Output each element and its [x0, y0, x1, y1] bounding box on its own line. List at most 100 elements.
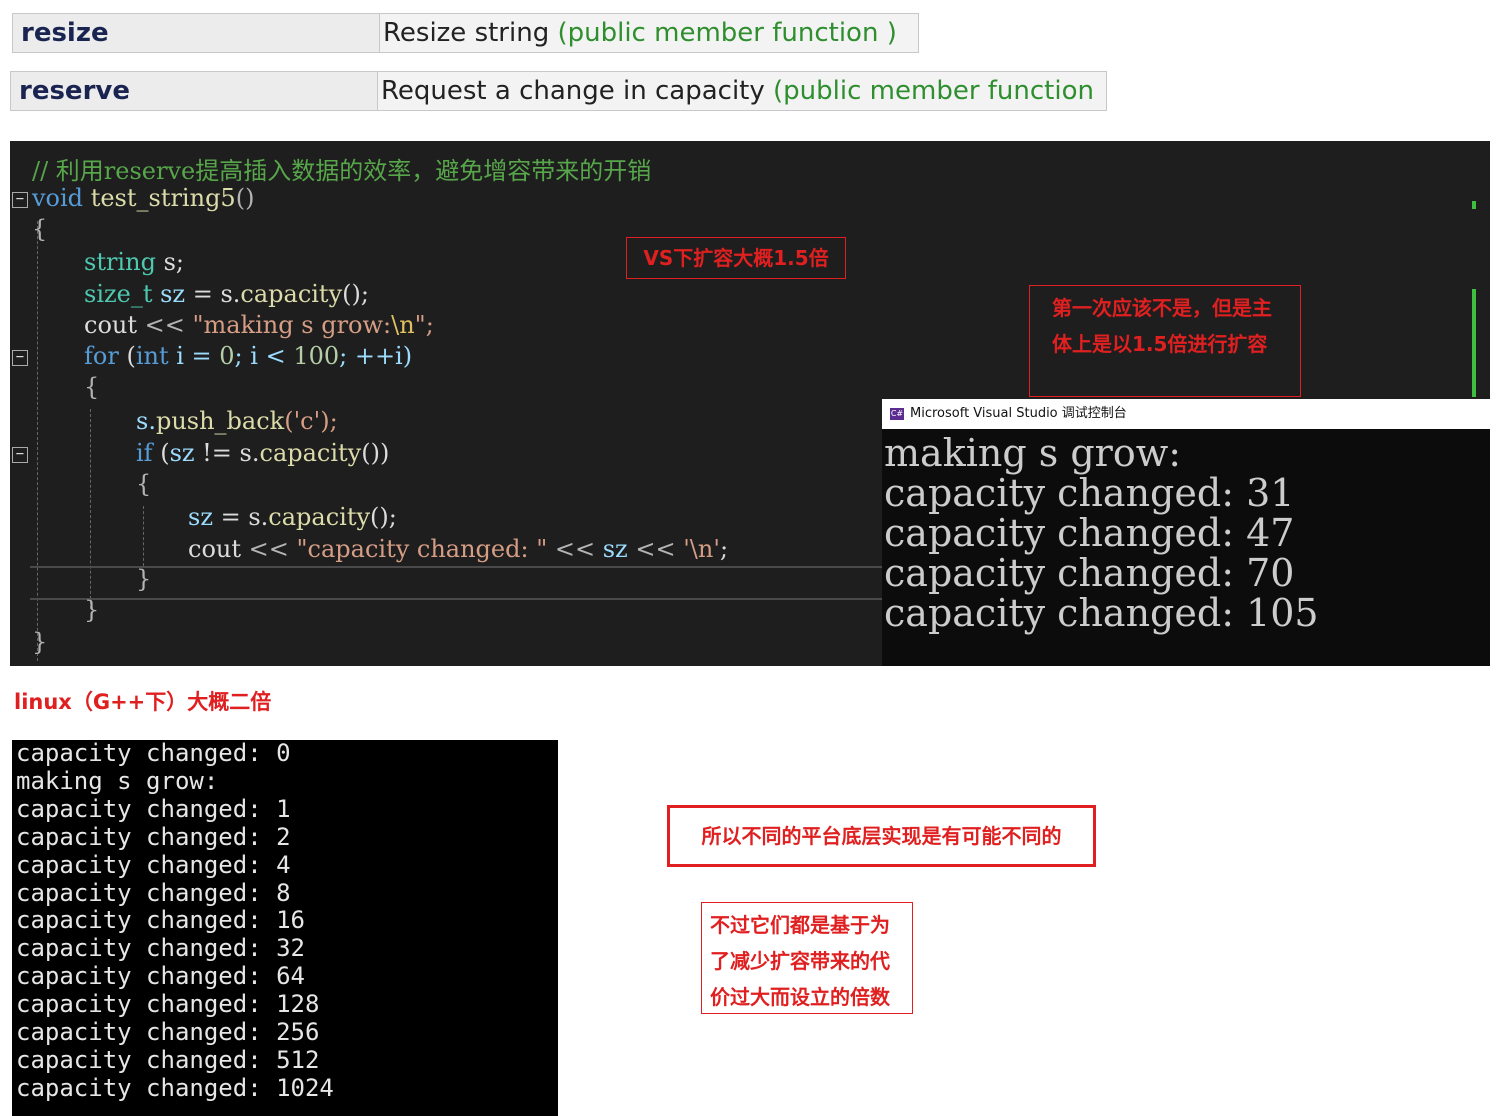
- ref-name-resize[interactable]: resize: [13, 14, 380, 52]
- vs-console-title: Microsoft Visual Studio 调试控制台: [910, 406, 1127, 421]
- vs-debug-console[interactable]: C# Microsoft Visual Studio 调试控制台 making s…: [882, 399, 1490, 666]
- code-comment: // 利用reserve提高插入数据的效率，避免增容带来的开销: [32, 157, 652, 185]
- fold-toggle-if[interactable]: −: [12, 447, 28, 463]
- linux-line: capacity changed: 64: [16, 962, 305, 991]
- op: <<: [627, 535, 684, 563]
- current-line-highlight: [30, 566, 900, 600]
- cout: cout: [84, 311, 137, 339]
- code-for: for (int i = 0; i < 100; ++i): [84, 342, 412, 370]
- vs-console-line: capacity changed: 105: [884, 591, 1319, 635]
- linux-line: capacity changed: 0: [16, 740, 291, 767]
- vs-logo-icon: C#: [890, 407, 904, 420]
- decl-rest: = s.: [185, 280, 241, 308]
- code-if: if (sz != s.capacity()): [136, 439, 389, 467]
- annotation-first: 第一次应该不是，但是主体上是以1.5倍进行扩容: [1029, 285, 1301, 397]
- fold-toggle-function[interactable]: −: [12, 192, 28, 208]
- vs-console-line: capacity changed: 70: [884, 551, 1295, 595]
- vs-console-line: capacity changed: 31: [884, 471, 1295, 515]
- paren: (: [152, 439, 170, 467]
- call-capacity: capacity: [268, 503, 371, 531]
- code-open-brace: {: [32, 215, 48, 243]
- linux-line: capacity changed: 8: [16, 878, 291, 907]
- fold-toggle-for[interactable]: −: [12, 350, 28, 366]
- ref-row-reserve: reserve Request a change in capacity (pu…: [10, 71, 1107, 111]
- call-push-back: push_back: [155, 407, 285, 435]
- code-cout-1: cout << "making s grow:\n";: [84, 311, 434, 339]
- code-inner-open: {: [84, 373, 100, 401]
- str: "making s grow:: [192, 311, 392, 339]
- esc: \n: [391, 311, 415, 339]
- code-inner-close: }: [84, 596, 100, 624]
- var-sz: sz: [152, 280, 186, 308]
- if-end: ()): [361, 439, 390, 467]
- code-if-open: {: [136, 470, 152, 498]
- call-capacity: capacity: [259, 439, 362, 467]
- annotation-vs-text: VS下扩容大概1.5倍: [643, 246, 829, 270]
- scroll-marker: [1472, 289, 1476, 397]
- num-100: 100: [293, 342, 340, 370]
- assign-end: ();: [370, 503, 397, 531]
- annotation-platform-text: 所以不同的平台底层实现是有可能不同的: [701, 824, 1062, 848]
- num-0: 0: [219, 342, 235, 370]
- decl-rest: s;: [155, 248, 184, 276]
- annotation-reason-text: 不过它们都是基于为了减少扩容带来的代价过大而设立的倍数: [710, 913, 890, 1009]
- args: ('c');: [284, 407, 338, 435]
- vs-console-line: making s grow:: [884, 431, 1182, 475]
- if-rest: != s.: [194, 439, 260, 467]
- paren: (: [118, 342, 136, 370]
- scroll-marker: [1472, 201, 1476, 209]
- annotation-vs: VS下扩容大概1.5倍: [626, 237, 846, 279]
- vs-console-titlebar[interactable]: C# Microsoft Visual Studio 调试控制台: [882, 399, 1490, 429]
- code-cout-2: cout << "capacity changed: " << sz << '\…: [188, 535, 728, 563]
- linux-line: capacity changed: 32: [16, 934, 305, 963]
- type-string: string: [84, 248, 156, 276]
- end: ;: [719, 535, 729, 563]
- for-mid: ; i <: [234, 342, 294, 370]
- vs-console-line: capacity changed: 47: [884, 511, 1295, 555]
- kw-void: void: [32, 184, 84, 212]
- call-capacity: capacity: [240, 280, 343, 308]
- cout: cout: [188, 535, 241, 563]
- linux-line: capacity changed: 1: [16, 794, 291, 823]
- annotation-first-text: 第一次应该不是，但是主体上是以1.5倍进行扩容: [1052, 296, 1272, 356]
- char: '\n': [683, 535, 720, 563]
- var-sz: sz: [188, 503, 213, 531]
- linux-label: linux（G++下）大概二倍: [14, 690, 272, 714]
- linux-line: capacity changed: 2: [16, 822, 291, 851]
- kw-for: for: [84, 342, 119, 370]
- code-decl-string: string s;: [84, 248, 184, 276]
- func-name: test_string5: [90, 184, 236, 212]
- linux-line: capacity changed: 512: [16, 1045, 320, 1074]
- ref-kind: (public member function ): [557, 18, 897, 48]
- code-signature: void test_string5(): [32, 184, 254, 212]
- str: "capacity changed: ": [296, 535, 548, 563]
- code-decl-size: size_t sz = s.capacity();: [84, 280, 369, 308]
- code-push-back: s.push_back('c');: [136, 407, 338, 435]
- annotation-reason: 不过它们都是基于为了减少扩容带来的代价过大而设立的倍数: [701, 902, 913, 1014]
- parens: (): [235, 184, 255, 212]
- ref-name-reserve[interactable]: reserve: [11, 72, 378, 110]
- ref-desc-text: Resize string: [383, 18, 550, 48]
- obj: s.: [136, 407, 156, 435]
- ref-desc-text: Request a change in capacity: [381, 76, 765, 106]
- linux-line: capacity changed: 16: [16, 906, 305, 935]
- linux-line: capacity changed: 4: [16, 850, 291, 879]
- vs-console-output: making s grow: capacity changed: 31 capa…: [882, 429, 1490, 633]
- ref-desc-reserve: Request a change in capacity (public mem…: [381, 72, 1106, 110]
- linux-terminal[interactable]: capacity changed: 0 making s grow: capac…: [12, 740, 558, 1116]
- code-close-brace: }: [32, 628, 48, 656]
- decl-end: ();: [342, 280, 369, 308]
- op: <<: [137, 311, 193, 339]
- for-end: ; ++i): [339, 342, 413, 370]
- linux-line: capacity changed: 128: [16, 990, 320, 1019]
- for-rest: i =: [168, 342, 220, 370]
- var-sz: sz: [169, 439, 195, 467]
- code-assign: sz = s.capacity();: [188, 503, 397, 531]
- str-end: ";: [414, 311, 434, 339]
- kw-int: int: [135, 342, 169, 370]
- code-if-close: }: [136, 565, 152, 593]
- annotation-platform: 所以不同的平台底层实现是有可能不同的: [667, 805, 1096, 867]
- linux-line: capacity changed: 256: [16, 1018, 320, 1047]
- assign-rest: = s.: [212, 503, 269, 531]
- kw-if: if: [136, 439, 153, 467]
